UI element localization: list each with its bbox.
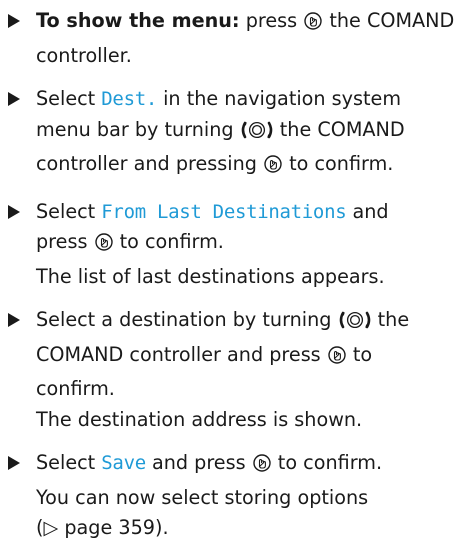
step-select-destination: Select a destination by turning the COMA… bbox=[8, 305, 464, 435]
step-text: the COMAND bbox=[323, 9, 455, 32]
press-controller-icon bbox=[303, 10, 323, 41]
step-text: in the navigation system bbox=[157, 87, 402, 110]
press-controller-icon bbox=[252, 452, 272, 483]
step-select-last-destinations: Select From Last Destinations and press … bbox=[8, 197, 464, 293]
press-controller-icon bbox=[263, 153, 283, 184]
step-text: confirm. bbox=[36, 377, 115, 400]
step-bold-label: To show the menu: bbox=[36, 9, 240, 32]
step-text: to confirm. bbox=[271, 451, 383, 474]
step-text: press bbox=[36, 230, 94, 253]
step-result: The destination address is shown. bbox=[36, 407, 363, 431]
step-text: controller. bbox=[36, 43, 132, 67]
step-result: You can now select storing options bbox=[36, 485, 369, 509]
bullet-arrow-icon bbox=[8, 456, 20, 470]
step-text: press bbox=[239, 9, 304, 32]
press-controller-icon bbox=[94, 231, 114, 262]
step-text: COMAND controller and press bbox=[36, 342, 327, 366]
step-select-save: Select Save and press to confirm. You ca… bbox=[8, 448, 464, 544]
step-text: the bbox=[371, 308, 410, 331]
step-show-menu: To show the menu: press the COMAND contr… bbox=[8, 6, 464, 71]
step-text: to confirm. bbox=[283, 152, 394, 175]
bullet-arrow-icon bbox=[8, 313, 20, 327]
step-text: and press bbox=[145, 451, 252, 474]
menu-term-from-last-destinations: From Last Destinations bbox=[101, 200, 347, 223]
step-text: to confirm. bbox=[113, 230, 224, 253]
instruction-page: To show the menu: press the COMAND contr… bbox=[0, 0, 472, 539]
step-text: and bbox=[346, 199, 389, 223]
step-text: Select a destination by turning bbox=[36, 308, 338, 331]
menu-term-save: Save bbox=[101, 452, 146, 474]
bullet-arrow-icon bbox=[8, 92, 20, 106]
step-select-dest: Select Dest. in the navigation system me… bbox=[8, 84, 464, 184]
press-controller-icon bbox=[327, 344, 347, 375]
step-text: controller and pressing bbox=[36, 152, 264, 175]
step-result: The list of last destinations appears. bbox=[36, 264, 385, 288]
turn-controller-icon bbox=[338, 309, 372, 340]
bullet-arrow-icon bbox=[8, 204, 20, 219]
step-text: Select bbox=[36, 451, 102, 474]
step-text: menu bar by turning bbox=[36, 117, 240, 141]
page-reference: (▷ page 359). bbox=[36, 516, 169, 539]
menu-term-dest: Dest. bbox=[101, 88, 157, 110]
bullet-arrow-icon bbox=[8, 14, 20, 28]
turn-controller-icon bbox=[240, 119, 274, 150]
step-text: Select bbox=[36, 199, 102, 223]
step-text: to bbox=[346, 342, 373, 366]
step-text: Select bbox=[36, 87, 102, 110]
step-text: the COMAND bbox=[273, 117, 405, 141]
